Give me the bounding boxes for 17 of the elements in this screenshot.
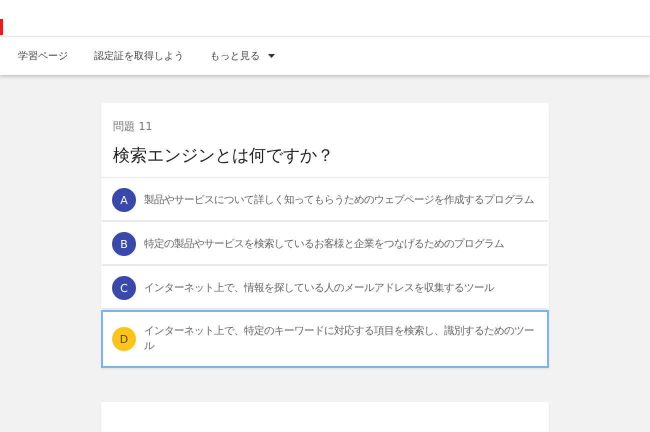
answer-option[interactable]: A 製品やサービスについて詳しく知ってもらうためのウェブページを作成するプログラム	[101, 178, 549, 222]
option-letter: C	[112, 276, 136, 300]
nav-link[interactable]: 認定証を取得しよう	[94, 49, 184, 63]
answer-option[interactable]: C インターネット上で、情報を探している人のメールアドレスを収集するツール	[101, 266, 549, 310]
option-text: 特定の製品やサービスを検索しているお客様と企業をつなげるためのプログラム	[144, 236, 504, 252]
more-menu[interactable]: もっと見る	[210, 49, 275, 63]
option-text: インターネット上で、特定のキーワードに対応する項目を検索し、識別するためのツール	[144, 324, 535, 354]
answer-option[interactable]: D インターネット上で、特定のキーワードに対応する項目を検索し、識別するためのツール	[101, 310, 549, 368]
option-letter: D	[112, 327, 136, 351]
question-title: 検索エンジンとは何ですか？	[113, 145, 335, 167]
option-letter: B	[112, 232, 136, 256]
nav-link[interactable]: 学習ページ	[18, 49, 68, 63]
question-number: 問題 11	[113, 119, 154, 134]
option-text: インターネット上で、情報を探している人のメールアドレスを収集するツール	[144, 280, 494, 296]
answer-option[interactable]: B 特定の製品やサービスを検索しているお客様と企業をつなげるためのプログラム	[101, 222, 549, 266]
option-text: 製品やサービスについて詳しく知ってもらうためのウェブページを作成するプログラム	[144, 192, 534, 208]
option-letter: A	[112, 188, 136, 212]
